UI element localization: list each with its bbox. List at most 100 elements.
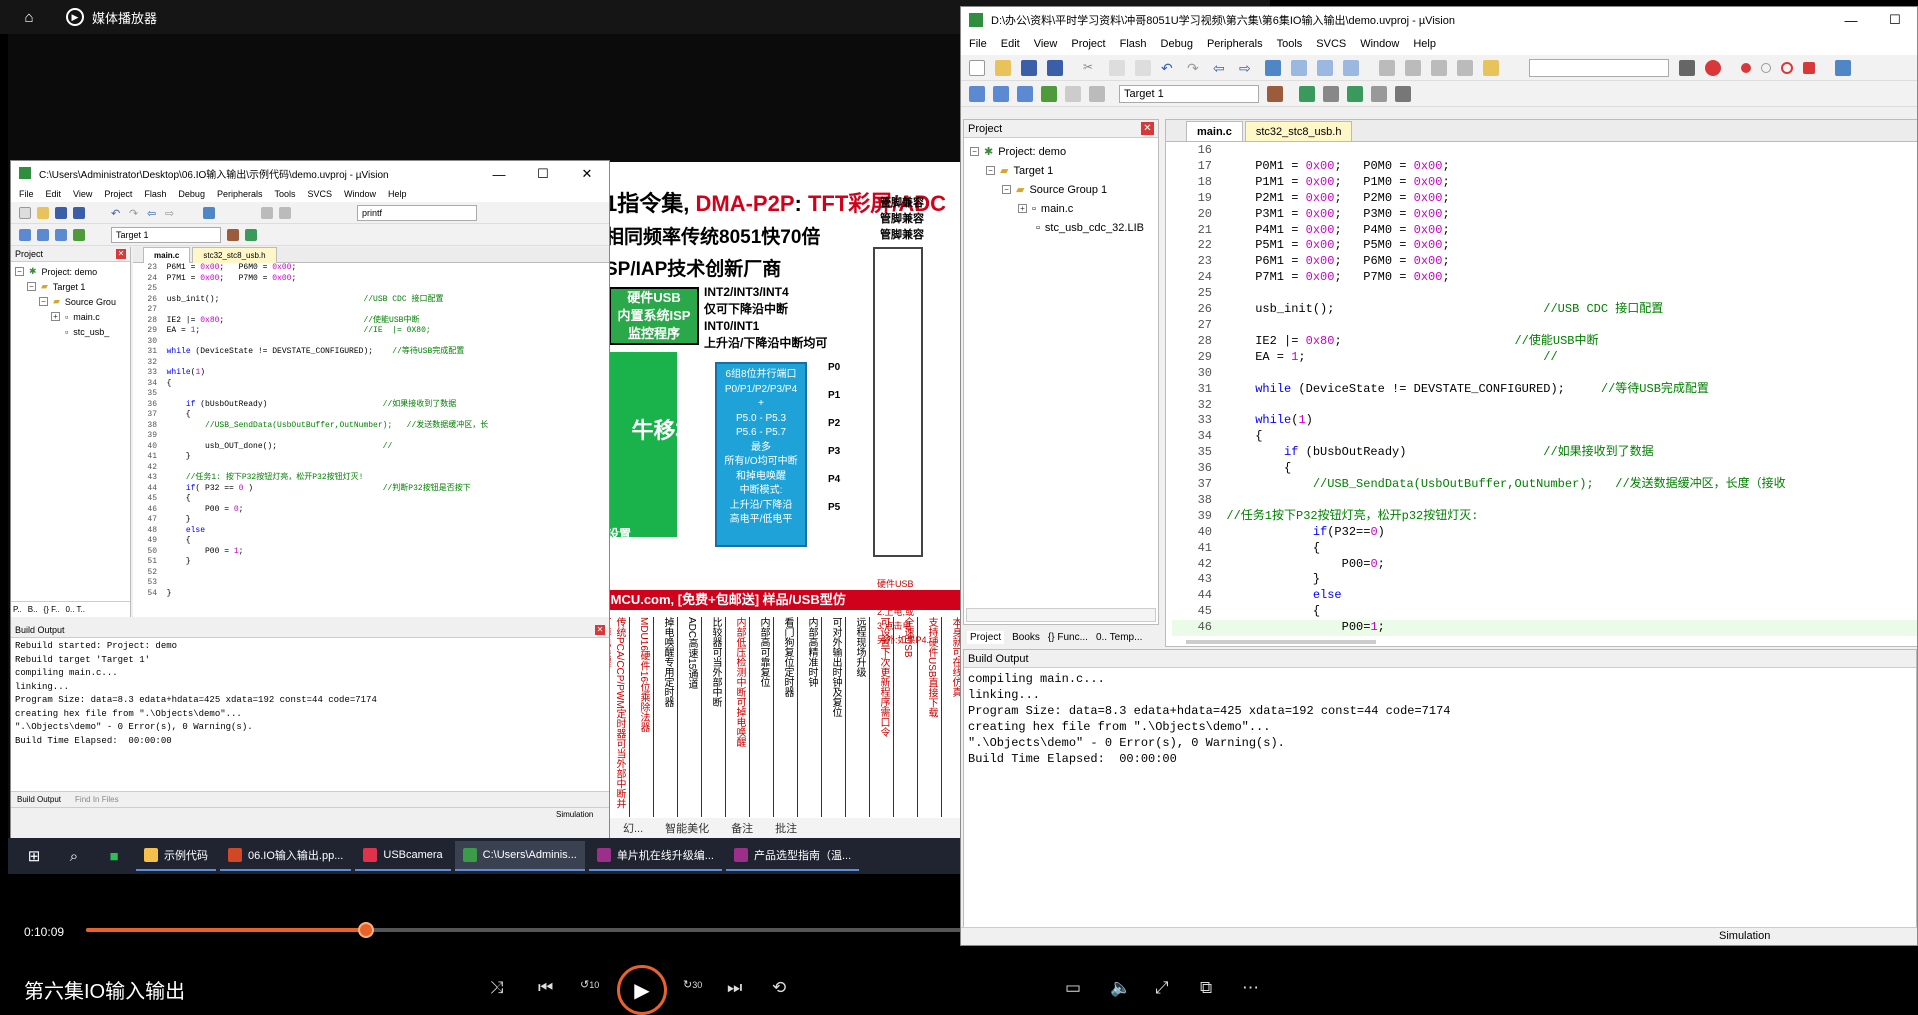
tab-project[interactable]: P.. — [13, 605, 22, 614]
pack-icon[interactable] — [1395, 85, 1411, 102]
tab-project[interactable]: Project — [967, 630, 1005, 644]
breakpoint-kill-all-icon[interactable] — [1803, 61, 1815, 74]
code-line[interactable]: 43 //任务1: 按下P32按钮灯亮，松开P32按钮灯灭! — [135, 473, 609, 484]
wps-item[interactable]: 备注 — [731, 820, 753, 836]
collapse-icon[interactable]: − — [15, 267, 24, 276]
menu-peripherals[interactable]: Peripherals — [217, 189, 263, 199]
code-line[interactable]: 25 — [135, 284, 609, 295]
code-line[interactable]: 48 else — [135, 526, 609, 537]
collapse-icon[interactable]: − — [27, 282, 36, 291]
breakpoint-kill-icon[interactable] — [1781, 61, 1793, 74]
select-packs-icon[interactable] — [1347, 85, 1363, 102]
taskbar-app[interactable]: C:\Users\Adminis... — [454, 841, 585, 871]
previous-icon[interactable]: ⏮ — [538, 978, 553, 998]
comment-icon[interactable] — [279, 206, 291, 219]
target-select[interactable]: Target 1 — [111, 226, 221, 243]
code-line[interactable]: 36 if (bUsbOutReady) //如果接收到了数据 — [135, 400, 609, 411]
taskbar-app[interactable]: USBcamera — [355, 841, 451, 871]
tab-books[interactable]: B.. — [28, 605, 38, 614]
right-code-area[interactable]: 16 17 P0M1 = 0x00; P0M0 = 0x00; 18 P1M1 =… — [1166, 142, 1917, 636]
play-button[interactable]: ▶ — [617, 965, 667, 1015]
code-line[interactable]: 28 IE2 |= 0x80; //使能USB中断 — [1172, 334, 1917, 350]
menu-tools[interactable]: Tools — [274, 189, 295, 199]
close-icon[interactable]: ✕ — [565, 161, 609, 187]
nav-back-icon[interactable]: ⇦ — [147, 207, 159, 220]
wps-item[interactable]: 幻... — [623, 820, 643, 836]
code-line[interactable]: 46 P00 = 0; — [135, 505, 609, 516]
close-icon[interactable]: ✕ — [116, 249, 126, 259]
menu-project[interactable]: Project — [1071, 38, 1105, 50]
find-input[interactable] — [1529, 58, 1669, 77]
code-line[interactable]: 39 — [135, 431, 609, 442]
skip-forward-icon[interactable]: ↻30 — [683, 978, 702, 991]
code-line[interactable]: 31 while (DeviceState != DEVSTATE_CONFIG… — [1172, 382, 1917, 398]
menu-window[interactable]: Window — [1360, 38, 1399, 50]
manage-components-icon[interactable] — [1299, 85, 1315, 102]
debug-icon[interactable] — [1705, 59, 1721, 76]
close-icon[interactable]: ✕ — [595, 625, 605, 635]
nav-forward-icon[interactable]: ⇨ — [1239, 60, 1255, 76]
close-icon[interactable]: ✕ — [1141, 122, 1154, 135]
code-line[interactable]: 43 } — [1172, 572, 1917, 588]
code-line[interactable]: 36 { — [1172, 461, 1917, 477]
menu-view[interactable]: View — [73, 189, 92, 199]
wps-item[interactable]: 智能美化 — [665, 820, 709, 836]
next-icon[interactable]: ⏭ — [727, 978, 742, 998]
tree-source-group[interactable]: − ▰ Source Grou — [15, 294, 126, 309]
code-line[interactable]: 27 — [1172, 318, 1917, 334]
code-line[interactable]: 30 — [135, 337, 609, 348]
collapse-icon[interactable]: − — [970, 147, 979, 156]
code-line[interactable]: 45 { — [1172, 604, 1917, 620]
breakpoint-disabled-icon[interactable] — [1761, 62, 1771, 73]
search-icon[interactable]: ⌕ — [56, 841, 92, 871]
code-line[interactable]: 54 } — [135, 589, 609, 600]
open-icon[interactable] — [995, 59, 1011, 76]
tree-project[interactable]: − ✱ Project: demo — [15, 264, 126, 279]
tree-file-main[interactable]: + ▫ main.c — [970, 199, 1152, 218]
tab-functions[interactable]: {} F.. — [44, 605, 60, 614]
code-line[interactable]: 19 P2M1 = 0x00; P2M0 = 0x00; — [1172, 191, 1917, 207]
volume-icon[interactable]: 🔈 — [1110, 978, 1131, 998]
code-line[interactable]: 45 { — [135, 494, 609, 505]
tab-find-in-files[interactable]: Find In Files — [75, 795, 119, 804]
menu-flash[interactable]: Flash — [1120, 38, 1147, 50]
code-line[interactable]: 33 while(1) — [1172, 413, 1917, 429]
find-icon[interactable] — [1679, 59, 1695, 76]
tree-target[interactable]: − ▰ Target 1 — [15, 279, 126, 294]
tab-functions[interactable]: {} Func... — [1048, 632, 1088, 643]
code-line[interactable]: 50 P00 = 1; — [135, 547, 609, 558]
open-icon[interactable] — [37, 206, 49, 219]
breakpoint-icon[interactable] — [1741, 62, 1751, 73]
code-line[interactable]: 24 P7M1 = 0x00; P7M0 = 0x00; — [135, 274, 609, 285]
code-line[interactable]: 37 { — [135, 410, 609, 421]
menu-edit[interactable]: Edit — [1001, 38, 1020, 50]
maximize-icon[interactable]: ☐ — [521, 161, 565, 187]
wechat-icon[interactable]: ■ — [96, 841, 132, 871]
menu-edit[interactable]: Edit — [46, 189, 62, 199]
target-select[interactable]: Target 1 — [1119, 84, 1259, 103]
tab-main-c[interactable]: main.c — [1186, 121, 1243, 141]
bookmark-prev-icon[interactable] — [1291, 59, 1307, 76]
more-options-icon[interactable]: ⋯ — [1242, 978, 1259, 998]
menu-peripherals[interactable]: Peripherals — [1207, 38, 1263, 50]
code-line[interactable]: 49 { — [135, 536, 609, 547]
code-line[interactable]: 47 } — [135, 515, 609, 526]
cut-icon[interactable]: ✂ — [1083, 60, 1099, 76]
tree-target[interactable]: − ▰ Target 1 — [970, 161, 1152, 180]
menu-window[interactable]: Window — [344, 189, 376, 199]
project-hscroll[interactable] — [966, 608, 1156, 622]
indent-icon[interactable] — [261, 206, 273, 219]
build-icon[interactable] — [993, 85, 1009, 102]
manage-icon[interactable] — [245, 228, 257, 241]
new-file-icon[interactable] — [19, 206, 31, 219]
code-line[interactable]: 40 usb_OUT_done(); // — [135, 442, 609, 453]
expand-icon[interactable]: + — [1018, 204, 1027, 213]
left-code-area[interactable]: 23 P6M1 = 0x00; P6M0 = 0x00; 24 P7M1 = 0x… — [133, 263, 609, 603]
redo-icon[interactable]: ↷ — [129, 207, 141, 220]
tab-books[interactable]: Books — [1012, 632, 1040, 643]
build-icon[interactable] — [37, 228, 49, 241]
menu-svcs[interactable]: SVCS — [308, 189, 333, 199]
pack-installer-icon[interactable] — [1323, 85, 1339, 102]
undo-icon[interactable]: ↶ — [111, 207, 123, 220]
code-line[interactable]: 34 { — [1172, 429, 1917, 445]
